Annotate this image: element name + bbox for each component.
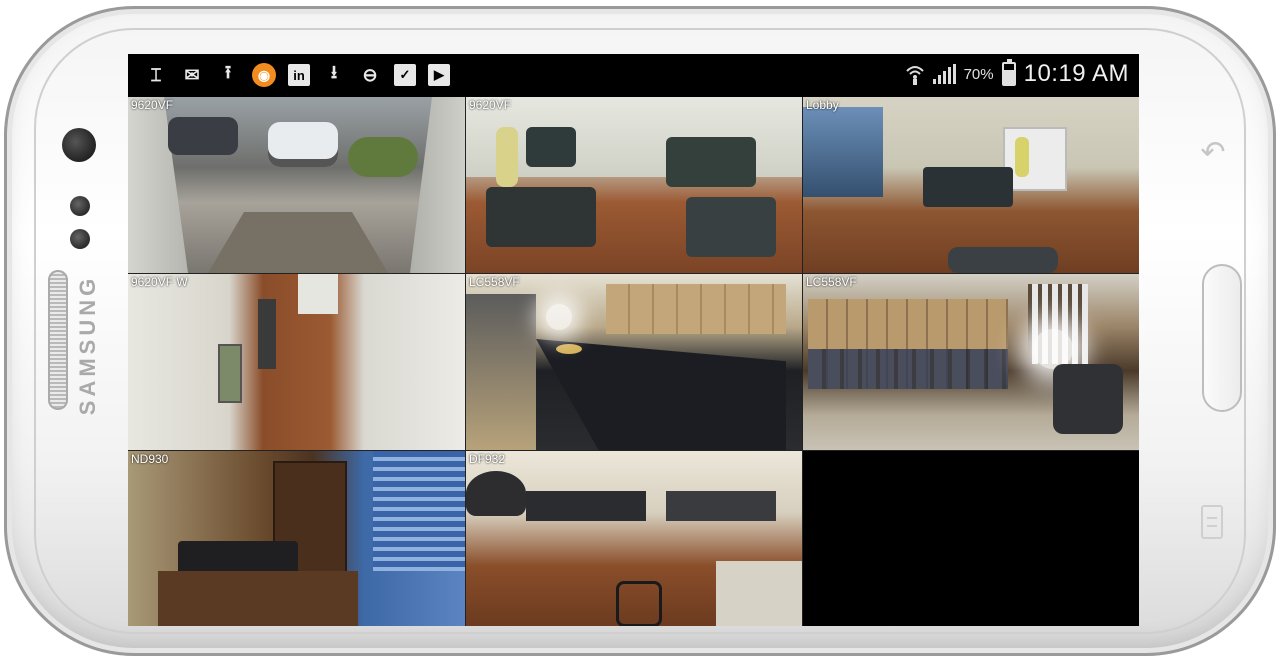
- camera-tile[interactable]: 9620VF: [128, 97, 465, 273]
- linkedin-icon: in: [288, 64, 310, 86]
- wifi-icon: [905, 66, 924, 85]
- shopping-bag-icon: ▶: [428, 64, 450, 86]
- phone-screen: ⌶ ✉ ⭱ ◉ in ⭳ ⊖ ✓ ▶ 70% 10:19 AM 9620VF 9…: [128, 54, 1139, 626]
- light-sensor-icon: [70, 229, 90, 249]
- back-key-icon[interactable]: ↶: [1198, 136, 1228, 170]
- status-bar[interactable]: ⌶ ✉ ⭱ ◉ in ⭳ ⊖ ✓ ▶ 70% 10:19 AM: [128, 54, 1139, 97]
- camera-label: ND930: [131, 452, 169, 466]
- camera-tile[interactable]: ND930: [128, 451, 465, 626]
- camera-label: DF932: [469, 452, 506, 466]
- camera-label: 9620VF: [131, 98, 174, 112]
- download-icon: ⭳: [330, 62, 338, 82]
- camera-grid: 9620VF 9620VF Lobby 9620VF W LC558VF LC5…: [128, 97, 1139, 626]
- camera-label: 9620VF W: [131, 275, 188, 289]
- upload-icon: ⭱: [224, 62, 232, 82]
- camera-label: Lobby: [806, 98, 839, 112]
- camera-tile[interactable]: Lobby: [803, 97, 1139, 273]
- camera-tile[interactable]: LC558VF: [803, 274, 1139, 450]
- orange-app-icon: ◉: [252, 63, 276, 87]
- camera-label: 9620VF: [469, 98, 512, 112]
- text-cursor-icon: ⌶: [150, 64, 162, 85]
- mail-icon: ✉: [184, 64, 200, 85]
- empty-camera-slot: [803, 451, 1139, 626]
- home-button[interactable]: [1202, 264, 1242, 412]
- camera-label: LC558VF: [806, 275, 857, 289]
- earpiece-speaker: [48, 270, 68, 410]
- camera-tile[interactable]: 9620VF: [466, 97, 802, 273]
- camera-tile[interactable]: DF932: [466, 451, 802, 626]
- camera-tile[interactable]: LC558VF: [466, 274, 802, 450]
- battery-icon: [1001, 59, 1016, 86]
- clipboard-check-icon: ✓: [394, 64, 416, 86]
- menu-key-icon[interactable]: [1201, 505, 1223, 539]
- camera-label: LC558VF: [469, 275, 520, 289]
- proximity-sensor-icon: [70, 196, 90, 216]
- front-camera-icon: [62, 128, 96, 162]
- camera-tile[interactable]: 9620VF W: [128, 274, 465, 450]
- signal-icon: [932, 64, 956, 84]
- status-clock: 10:19 AM: [1023, 60, 1129, 87]
- system-status: 70% 10:19 AM: [905, 59, 1129, 88]
- battery-percent: 70%: [963, 65, 994, 83]
- notification-icons[interactable]: ⌶ ✉ ⭱ ◉ in ⭳ ⊖ ✓ ▶: [144, 62, 450, 87]
- do-not-disturb-icon: ⊖: [362, 64, 378, 85]
- brand-logo: SAMSUNG: [75, 274, 100, 416]
